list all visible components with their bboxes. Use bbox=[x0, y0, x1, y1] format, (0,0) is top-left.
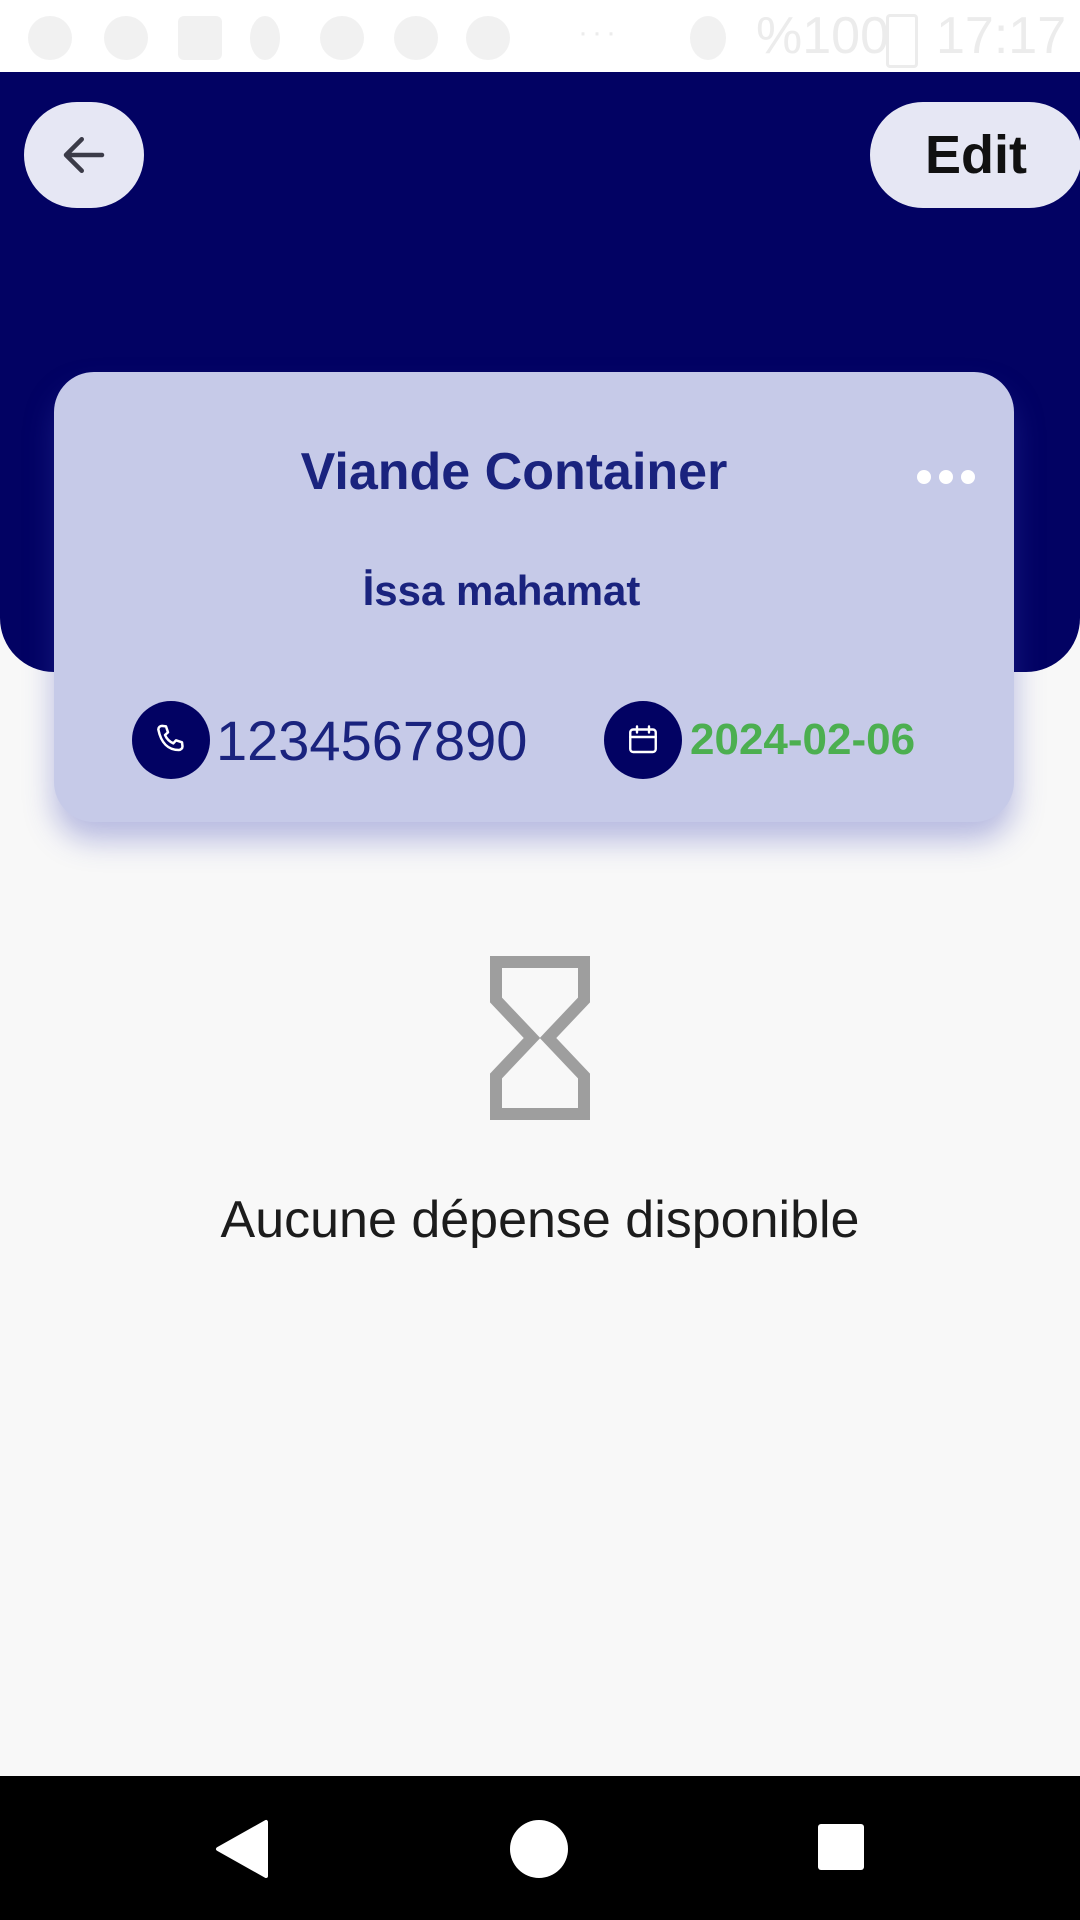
notification-icon bbox=[104, 16, 148, 60]
signal-icon bbox=[690, 16, 726, 60]
card-subtitle: İssa mahamat bbox=[362, 567, 641, 614]
card-title: Viande Container bbox=[300, 443, 728, 501]
share-icon bbox=[320, 16, 364, 60]
edit-button[interactable]: Edit bbox=[870, 102, 1080, 208]
hourglass-icon bbox=[490, 956, 590, 1120]
status-bar: ··· %100 17:17 bbox=[0, 0, 1080, 72]
calendar-icon bbox=[604, 701, 682, 779]
notification-icon bbox=[28, 16, 72, 60]
notification-icon bbox=[466, 16, 510, 60]
lightbulb-icon bbox=[250, 16, 280, 60]
more-options-button[interactable] bbox=[914, 464, 978, 490]
phone-icon bbox=[132, 701, 210, 779]
clock: 17:17 bbox=[936, 7, 1067, 65]
phone-number: 1234567890 bbox=[216, 708, 528, 772]
battery-icon bbox=[886, 14, 918, 68]
nav-home-icon[interactable] bbox=[508, 1818, 570, 1880]
date-value: 2024-02-06 bbox=[690, 715, 916, 764]
date-row: 2024-02-06 bbox=[604, 700, 915, 780]
arrow-left-icon bbox=[63, 137, 105, 173]
empty-state-message: Aucune dépense disponible bbox=[220, 1191, 860, 1249]
battery-percent: %100 bbox=[756, 7, 889, 65]
back-button[interactable] bbox=[24, 102, 144, 208]
phone-row[interactable]: 1234567890 bbox=[132, 700, 527, 780]
nav-recents-icon[interactable] bbox=[816, 1822, 866, 1872]
system-nav-bar bbox=[0, 1776, 1080, 1920]
more-horizontal-icon bbox=[917, 470, 931, 484]
notification-icon bbox=[178, 16, 222, 60]
share-icon bbox=[394, 16, 438, 60]
more-notifications-icon: ··· bbox=[578, 16, 620, 49]
container-card: Viande Container İssa mahamat 1234567890… bbox=[54, 372, 1014, 822]
nav-back-icon[interactable] bbox=[214, 1818, 270, 1880]
